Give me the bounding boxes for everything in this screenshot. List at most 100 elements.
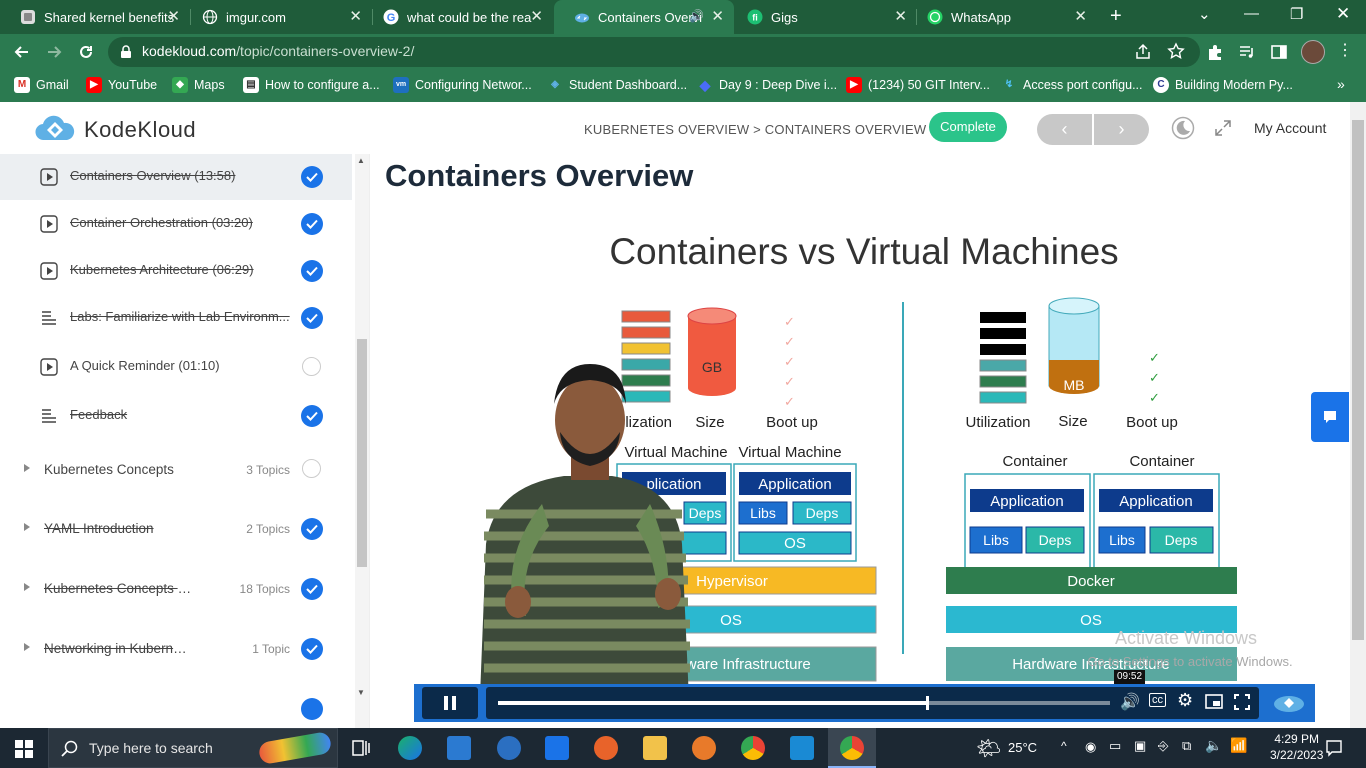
my-account-link[interactable]: My Account	[1254, 120, 1326, 136]
lesson-item[interactable]: Feedback	[0, 393, 352, 439]
close-tab-icon[interactable]: ✕	[167, 9, 180, 25]
settings-gear-icon[interactable]: ⚙	[1177, 690, 1193, 711]
bookmark-git[interactable]: ▶ (1234) 50 GIT Interv...	[846, 77, 990, 93]
battery-icon[interactable]: ▭	[1109, 738, 1121, 754]
expand-arrow-icon[interactable]	[24, 464, 30, 472]
section-item[interactable]: YAML Introduction 2 Topics	[0, 501, 352, 557]
playhead[interactable]	[926, 696, 929, 710]
system-clock[interactable]: 4:29 PM 3/22/2023	[1270, 731, 1323, 763]
chat-button[interactable]	[1311, 392, 1349, 442]
task-view-icon[interactable]	[350, 736, 374, 760]
mail-icon[interactable]	[545, 736, 569, 760]
extensions-icon[interactable]	[1206, 43, 1224, 61]
settings-app-icon[interactable]	[692, 736, 716, 760]
back-icon[interactable]	[12, 42, 32, 62]
media-control-icon[interactable]	[1238, 43, 1256, 61]
close-tab-icon[interactable]: ✕	[349, 9, 362, 25]
next-lesson-button[interactable]: ›	[1094, 114, 1149, 145]
scroll-up-icon[interactable]: ▲	[357, 156, 365, 165]
notifications-icon[interactable]	[1325, 739, 1343, 757]
previous-lesson-button[interactable]: ‹	[1037, 114, 1092, 145]
app-icon[interactable]	[594, 736, 618, 760]
side-panel-icon[interactable]	[1270, 43, 1288, 61]
url-text[interactable]: kodekloud.com/topic/containers-overview-…	[142, 43, 414, 59]
sidebar-scrollbar-thumb[interactable]	[357, 339, 367, 567]
close-window-button[interactable]: ✕	[1336, 4, 1350, 24]
kodekloud-logo-text[interactable]: KodeKloud	[84, 117, 196, 143]
bookmark-day9[interactable]: ◆ Day 9 : Deep Dive i...	[697, 77, 838, 93]
forward-icon[interactable]	[44, 42, 64, 62]
tab-gigs[interactable]: fi Gigs ✕	[727, 0, 917, 34]
fullscreen-icon[interactable]	[1213, 118, 1233, 138]
expand-arrow-icon[interactable]	[24, 583, 30, 591]
bookmark-configure[interactable]: ▤ How to configure a...	[243, 77, 380, 93]
tab-whatsapp[interactable]: WhatsApp ✕	[907, 0, 1097, 34]
bookmark-student-dashboard[interactable]: ◈ Student Dashboard...	[547, 77, 687, 93]
scroll-down-icon[interactable]: ▼	[357, 688, 365, 697]
lesson-item[interactable]: Labs: Familiarize with Lab Environm...	[0, 295, 352, 341]
lock-icon[interactable]	[120, 45, 132, 59]
new-tab-button[interactable]: +	[1110, 5, 1122, 28]
capture-icon[interactable]: ⧉	[1182, 738, 1191, 754]
windows-start-icon[interactable]	[15, 740, 33, 758]
expand-arrow-icon[interactable]	[24, 523, 30, 531]
record-icon[interactable]: ◉	[1085, 739, 1096, 755]
bookmark-youtube[interactable]: ▶ YouTube	[86, 77, 157, 93]
captions-icon[interactable]: cc	[1149, 693, 1166, 707]
vscode-icon[interactable]	[790, 736, 814, 760]
bookmark-maps[interactable]: ◆ Maps	[172, 77, 225, 93]
progress-track[interactable]	[486, 687, 1259, 719]
volume-icon[interactable]: 🔊	[1120, 692, 1140, 712]
usb-icon[interactable]: ⎆	[1158, 738, 1168, 754]
bookmark-gmail[interactable]: M Gmail	[14, 77, 69, 93]
section-item[interactable]: Kubernetes Concepts 3 Topics	[0, 442, 352, 498]
tab-containers-overview[interactable]: Containers Overvi 🔊 ✕	[554, 0, 734, 34]
kodekloud-logo-icon[interactable]	[34, 114, 76, 144]
tab-shared-kernel[interactable]: Shared kernel benefits ✕	[0, 0, 190, 34]
profile-avatar[interactable]	[1301, 40, 1325, 64]
weather-icon[interactable]: 🌤	[976, 736, 1001, 761]
picture-in-picture-icon[interactable]	[1205, 694, 1223, 709]
chrome-icon[interactable]	[741, 736, 765, 760]
tab-search-icon[interactable]: ⌄	[1198, 5, 1211, 23]
weather-temperature[interactable]: 25°C	[1008, 740, 1037, 755]
menu-icon[interactable]: ⋮	[1337, 40, 1353, 60]
bookmark-modern-python[interactable]: C Building Modern Py...	[1153, 77, 1293, 93]
close-tab-icon[interactable]: ✕	[894, 9, 907, 25]
tab-google-search[interactable]: G what could be the rea ✕	[363, 0, 553, 34]
fullscreen-video-icon[interactable]	[1234, 694, 1250, 710]
close-tab-icon[interactable]: ✕	[711, 9, 724, 25]
volume-tray-icon[interactable]: 🔈	[1205, 737, 1222, 754]
reload-icon[interactable]	[76, 42, 96, 62]
restore-button[interactable]: ❐	[1290, 5, 1303, 23]
complete-button[interactable]: Complete	[929, 112, 1007, 142]
taskbar-search-box[interactable]: Type here to search	[48, 728, 338, 768]
dark-mode-icon[interactable]	[1171, 116, 1195, 140]
lesson-item[interactable]: Containers Overview (13:58)	[0, 154, 352, 200]
close-tab-icon[interactable]: ✕	[1074, 9, 1087, 25]
share-icon[interactable]	[1134, 43, 1152, 61]
bookmark-access-port[interactable]: ↯ Access port configu...	[1001, 77, 1143, 93]
more-bookmarks-icon[interactable]: »	[1337, 76, 1345, 92]
breadcrumb[interactable]: KUBERNETES OVERVIEW > CONTAINERS OVERVIE…	[584, 122, 926, 137]
minimize-button[interactable]: —	[1244, 5, 1259, 22]
lesson-item[interactable]: Container Orchestration (03:20)	[0, 201, 352, 247]
show-hidden-icons[interactable]: ^	[1061, 739, 1067, 753]
chrome-active-taskbar-item[interactable]	[828, 728, 876, 768]
edge-icon[interactable]	[398, 736, 422, 760]
wifi-icon[interactable]: 📶	[1230, 737, 1247, 754]
section-item[interactable]: Networking in Kubernetes 1 Topic	[0, 621, 352, 677]
video-player[interactable]: Containers vs Virtual Machines GB ✓ ✓ ✓ ✓ ✓ …	[414, 214, 1315, 722]
bookmark-star-icon[interactable]	[1167, 42, 1185, 60]
file-explorer-icon[interactable]	[643, 736, 667, 760]
section-item[interactable]: Kubernetes Concepts - PO... 18 Topics	[0, 561, 352, 617]
close-tab-icon[interactable]: ✕	[530, 9, 543, 25]
lesson-item[interactable]: A Quick Reminder (01:10)	[0, 344, 352, 390]
lesson-item[interactable]: Kubernetes Architecture (06:29)	[0, 248, 352, 294]
tab-imgur[interactable]: imgur.com ✕	[182, 0, 372, 34]
speaker-icon[interactable]: 🔊	[689, 9, 704, 23]
bookmark-networking[interactable]: vm Configuring Networ...	[393, 77, 532, 93]
microsoft-store-icon[interactable]	[447, 736, 471, 760]
device-icon[interactable]: ▣	[1134, 738, 1146, 754]
skype-icon[interactable]	[497, 736, 521, 760]
